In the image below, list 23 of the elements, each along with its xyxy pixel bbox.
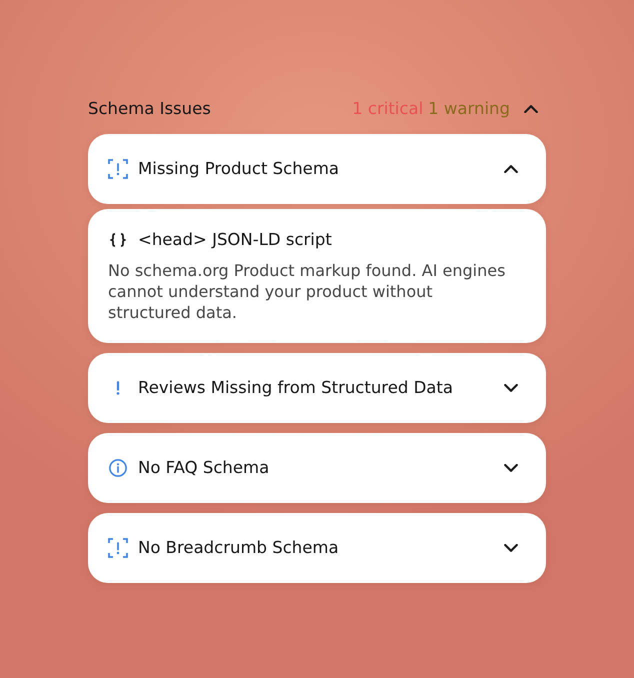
chevron-icon[interactable] (504, 464, 518, 472)
issue-count: 1 warning (428, 98, 510, 120)
chevron-icon[interactable] (504, 384, 518, 392)
braces-icon (110, 233, 126, 247)
issue-title: Reviews Missing from Structured Data (138, 377, 454, 399)
exclamation-icon (116, 381, 120, 395)
issue-title: No FAQ Schema (138, 457, 270, 479)
issue-title: Missing Product Schema (138, 158, 340, 180)
section-title: Schema Issues (88, 98, 211, 120)
chevron-icon[interactable] (524, 105, 538, 113)
alert-frame-icon (108, 159, 128, 179)
info-icon (109, 459, 127, 477)
issue-description: No schema.org Product markup found. AI engines cannot understand your product without structured data. (108, 260, 506, 323)
issue-count: 1 critical (352, 98, 424, 120)
issue-card[interactable]: No Breadcrumb Schema (88, 513, 546, 583)
issue-card[interactable]: No FAQ Schema (88, 433, 546, 503)
chevron-icon[interactable] (504, 544, 518, 552)
alert-frame-icon (108, 538, 128, 558)
issue-card[interactable]: Reviews Missing from Structured Data (88, 353, 546, 423)
code-location: <head> JSON-LD script (138, 230, 332, 250)
issue-title: No Breadcrumb Schema (138, 537, 340, 559)
issue-card[interactable]: Missing Product Schema (88, 134, 546, 204)
chevron-icon[interactable] (504, 165, 518, 173)
